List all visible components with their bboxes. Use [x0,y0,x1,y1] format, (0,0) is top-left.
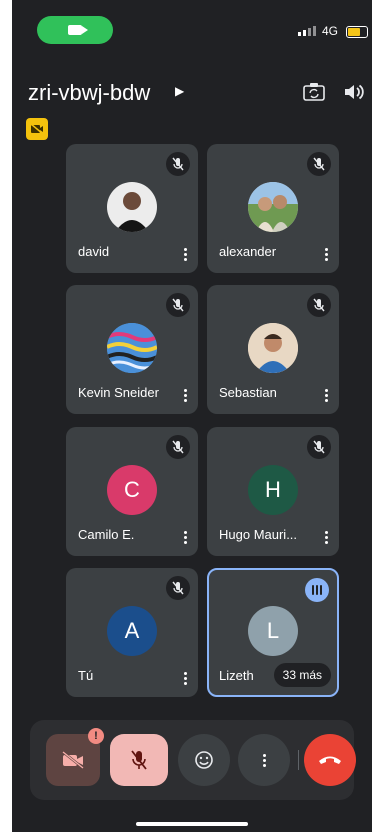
network-type: 4G [322,24,339,38]
participant-tile[interactable]: alexander [207,144,339,273]
signal-icon [298,26,316,36]
avatar: A [107,606,157,656]
speaking-indicator-icon [305,578,329,602]
more-options-icon[interactable] [323,389,329,402]
participant-name: Lizeth [219,668,254,683]
camera-off-icon [62,751,84,769]
participant-tile-active[interactable]: L Lizeth 33 más [207,568,339,697]
mic-off-icon [307,152,331,176]
more-options-icon[interactable] [323,248,329,261]
divider [298,750,299,770]
reactions-button[interactable] [178,734,230,786]
battery-icon [346,26,368,38]
camera-toggle-button[interactable]: ! [46,728,104,786]
more-options-icon[interactable] [182,531,188,544]
participant-tile[interactable]: Kevin Sneider [66,285,198,414]
chevron-right-icon[interactable]: ▶ [175,84,184,98]
call-controls: ! [30,720,356,800]
mic-off-icon [307,293,331,317]
avatar: L [248,606,298,656]
mic-off-icon [166,576,190,600]
participant-tile[interactable]: david [66,144,198,273]
active-call-pill[interactable] [37,16,113,44]
mic-toggle-button[interactable] [110,734,168,786]
video-camera-icon [68,25,88,35]
participant-name: david [78,244,110,259]
participant-name: Tú [78,668,94,683]
alert-badge: ! [88,728,104,744]
home-indicator[interactable] [136,822,248,826]
more-options-icon[interactable] [182,248,188,261]
mic-off-icon [307,435,331,459]
participant-name: Sebastian [219,385,277,400]
meeting-code[interactable]: zri-vbwj-bdw [28,80,150,106]
end-call-icon [319,756,341,764]
mic-off-icon [166,435,190,459]
self-tile[interactable]: A Tú [66,568,198,697]
avatar [107,323,157,373]
more-options-icon[interactable] [182,672,188,685]
speaker-icon[interactable] [342,80,366,104]
avatar [107,182,157,232]
mic-off-icon [166,293,190,317]
meet-screen: 4G zri-vbwj-bdw ▶ david alexander Kevin … [12,0,372,832]
participant-name: Camilo E. [78,527,135,542]
end-call-button[interactable] [304,734,356,786]
participant-tile[interactable]: H Hugo Mauri... [207,427,339,556]
avatar [248,323,298,373]
participant-name: alexander [219,244,277,259]
participant-name: Kevin Sneider [78,385,159,400]
mic-off-icon [131,750,147,770]
avatar: C [107,465,157,515]
mic-off-icon [166,152,190,176]
emoji-icon [195,751,213,769]
more-options-icon[interactable] [323,531,329,544]
participant-tile[interactable]: C Camilo E. [66,427,198,556]
participant-name: Hugo Mauri... [219,527,298,542]
participant-tile[interactable]: Sebastian [207,285,339,414]
more-options-icon [261,753,267,767]
avatar [248,182,298,232]
switch-camera-icon[interactable] [302,80,326,104]
recording-status-icon[interactable] [26,118,48,140]
more-options-button[interactable] [238,734,290,786]
avatar: H [248,465,298,515]
more-participants-badge[interactable]: 33 más [273,663,331,687]
more-options-icon[interactable] [182,389,188,402]
